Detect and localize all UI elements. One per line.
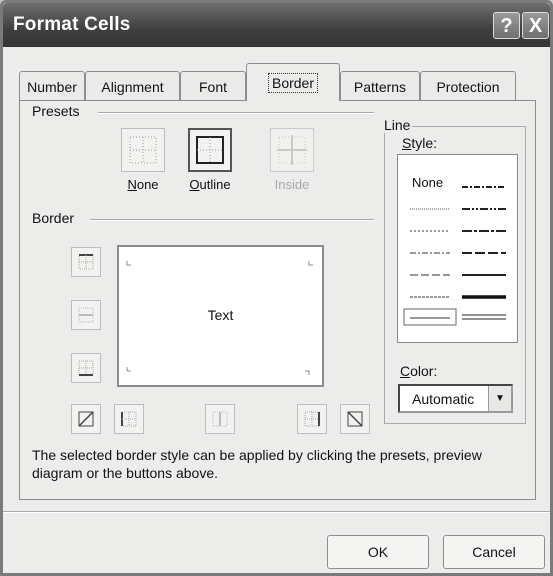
diagonal-down-icon xyxy=(347,411,363,427)
border-group-label: Border xyxy=(30,210,77,226)
border-preview[interactable]: Text xyxy=(117,245,324,387)
border-diagonal-up-button[interactable] xyxy=(71,404,101,434)
dropdown-arrow-icon[interactable]: ▼ xyxy=(488,386,511,411)
help-description: The selected border style can be applied… xyxy=(32,447,482,481)
border-inside-horizontal-button[interactable] xyxy=(71,300,101,330)
presets-group-label: Presets xyxy=(30,103,82,119)
style-label: Style: xyxy=(400,135,440,151)
border-left-button[interactable] xyxy=(114,404,144,434)
preset-outline-label: Outline xyxy=(189,177,231,192)
tab-protection[interactable]: Protection xyxy=(420,71,516,101)
preset-none-button[interactable] xyxy=(121,128,165,172)
title-bar[interactable]: Format Cells ? X xyxy=(3,3,550,47)
border-left-icon xyxy=(121,411,137,427)
border-bottom-button[interactable] xyxy=(71,353,101,383)
tab-font[interactable]: Font xyxy=(180,71,246,101)
border-divider xyxy=(90,219,374,221)
preset-none-icon xyxy=(129,136,157,164)
color-label: Color: xyxy=(398,363,440,379)
preset-inside-label: Inside xyxy=(274,177,310,192)
border-diagonal-down-button[interactable] xyxy=(340,404,370,434)
color-dropdown-value: Automatic xyxy=(412,391,475,407)
format-cells-dialog: Format Cells ? X Number Alignment Font B… xyxy=(0,0,553,576)
tab-border-label: Border xyxy=(267,73,319,93)
preset-none-label: None xyxy=(127,177,159,192)
help-button[interactable]: ? xyxy=(493,12,520,39)
border-inside-horizontal-icon xyxy=(78,307,94,323)
close-button[interactable]: X xyxy=(522,12,549,39)
tab-number[interactable]: Number xyxy=(19,71,85,101)
border-top-icon xyxy=(78,254,94,270)
border-right-button[interactable] xyxy=(297,404,327,434)
preset-outline-icon xyxy=(196,136,224,164)
preset-inside-icon xyxy=(277,135,307,165)
diagonal-up-icon xyxy=(78,411,94,427)
bottom-separator xyxy=(3,511,550,513)
border-bottom-icon xyxy=(78,360,94,376)
line-style-list[interactable]: None xyxy=(397,154,518,343)
tab-patterns[interactable]: Patterns xyxy=(340,71,420,101)
color-dropdown[interactable]: Automatic ▼ xyxy=(398,384,513,413)
preset-outline-button[interactable] xyxy=(188,128,232,172)
presets-divider xyxy=(98,112,374,114)
line-group-label: Line xyxy=(382,117,413,133)
line-style-samples[interactable] xyxy=(398,155,517,342)
ok-button[interactable]: OK xyxy=(327,535,429,569)
border-right-icon xyxy=(304,411,320,427)
border-inside-vertical-icon xyxy=(212,411,228,427)
border-top-button[interactable] xyxy=(71,247,101,277)
tab-border[interactable]: Border xyxy=(246,63,340,101)
border-tab-panel: Presets None Outline Inside Border Text … xyxy=(19,100,536,500)
preset-inside-button[interactable] xyxy=(270,128,314,172)
cancel-button[interactable]: Cancel xyxy=(443,535,545,569)
border-inside-vertical-button[interactable] xyxy=(205,404,235,434)
window-title: Format Cells xyxy=(13,14,131,35)
tab-alignment[interactable]: Alignment xyxy=(85,71,180,101)
preview-text: Text xyxy=(207,307,234,323)
